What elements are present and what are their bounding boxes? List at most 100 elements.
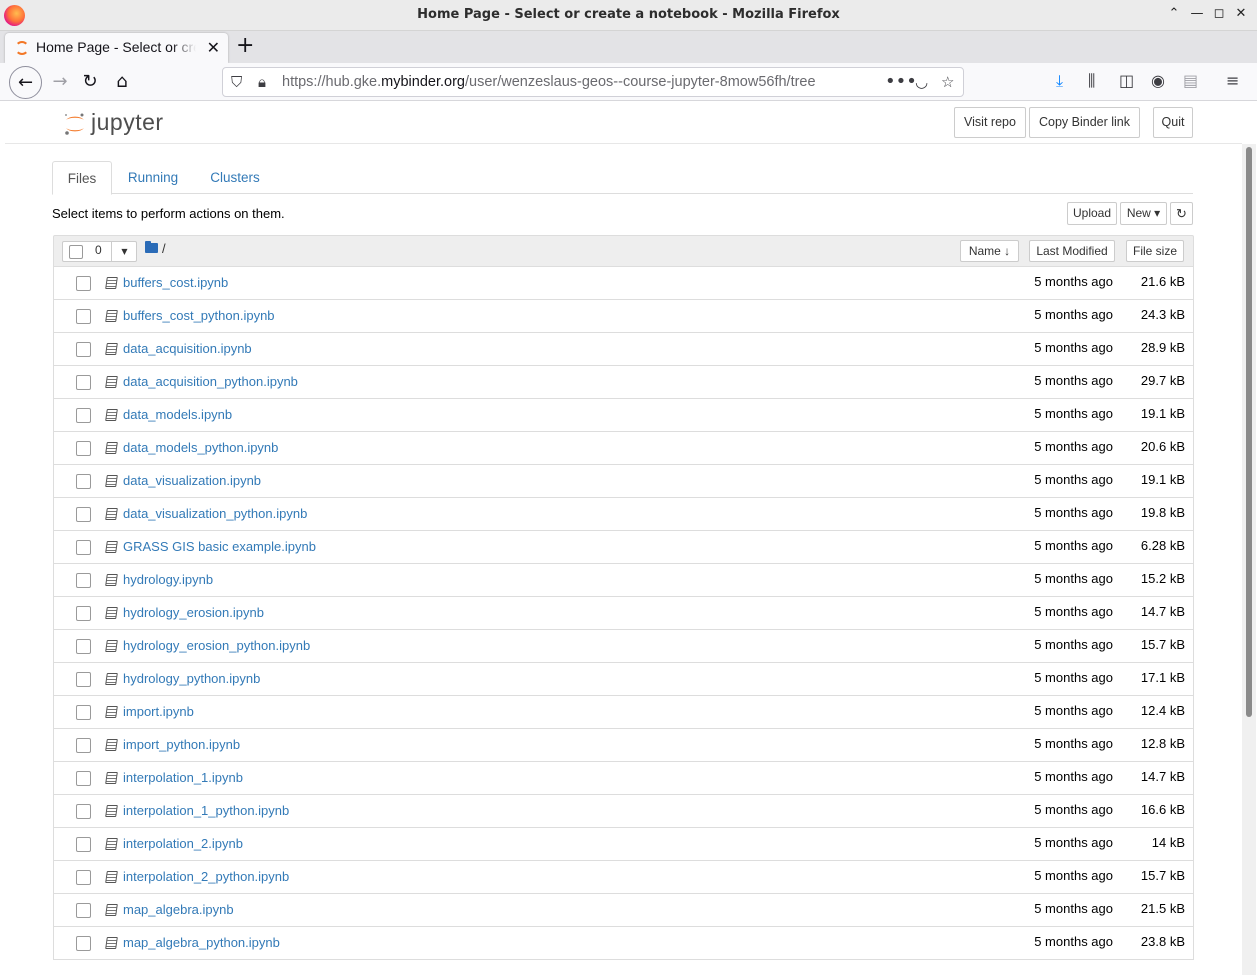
file-link[interactable]: interpolation_1.ipynb <box>123 770 243 785</box>
file-checkbox[interactable] <box>76 507 91 522</box>
file-row[interactable]: hydrology_python.ipynb 5 months ago 17.1 k… <box>53 663 1194 696</box>
lock-icon[interactable]: 🔒︎ <box>258 73 266 91</box>
file-link[interactable]: data_acquisition.ipynb <box>123 341 252 356</box>
tab-files[interactable]: Files <box>52 161 112 195</box>
account-icon[interactable]: ◉ <box>1151 71 1165 90</box>
close-tab-icon[interactable]: ✕ <box>207 38 220 57</box>
reader-icon[interactable]: ▤ <box>1183 71 1198 90</box>
file-row[interactable]: map_algebra_python.ipynb 5 months ago 23.8… <box>53 927 1194 960</box>
shield-icon[interactable]: ⛉ <box>231 73 242 91</box>
back-arrow-icon[interactable]: ← <box>9 66 42 99</box>
file-checkbox[interactable] <box>76 375 91 390</box>
file-checkbox[interactable] <box>76 804 91 819</box>
file-row[interactable]: buffers_cost_python.ipynb 5 months ago 24.… <box>53 300 1194 333</box>
file-row[interactable]: data_visualization.ipynb 5 months ago 19.1… <box>53 465 1194 498</box>
refresh-button[interactable]: ↻ <box>1170 202 1193 225</box>
hamburger-menu-icon[interactable]: ≡ <box>1226 71 1239 90</box>
file-link[interactable]: hydrology_erosion.ipynb <box>123 605 264 620</box>
file-row[interactable]: interpolation_2_python.ipynb 5 months ago… <box>53 861 1194 894</box>
file-link[interactable]: map_algebra_python.ipynb <box>123 935 280 950</box>
file-checkbox[interactable] <box>76 342 91 357</box>
file-link[interactable]: GRASS GIS basic example.ipynb <box>123 539 316 554</box>
file-row[interactable]: data_acquisition.ipynb 5 months ago 28.9 k… <box>53 333 1194 366</box>
file-row[interactable]: data_acquisition_python.ipynb 5 months ag… <box>53 366 1194 399</box>
file-checkbox[interactable] <box>76 639 91 654</box>
file-row[interactable]: data_models_python.ipynb 5 months ago 20.6… <box>53 432 1194 465</box>
file-row[interactable]: buffers_cost.ipynb 5 months ago 21.6 kB <box>53 267 1194 300</box>
home-icon[interactable]: ⌂ <box>107 67 137 97</box>
sort-by-size-button[interactable]: File size <box>1126 240 1184 262</box>
pocket-icon[interactable]: ◡ <box>915 73 928 91</box>
copy-binder-link-button[interactable]: Copy Binder link <box>1029 107 1140 138</box>
maximize-icon[interactable]: ◻ <box>1211 6 1227 22</box>
file-checkbox[interactable] <box>76 903 91 918</box>
upload-button[interactable]: Upload <box>1067 202 1117 225</box>
file-link[interactable]: interpolation_2.ipynb <box>123 836 243 851</box>
file-checkbox[interactable] <box>76 474 91 489</box>
file-checkbox[interactable] <box>76 540 91 555</box>
url-text[interactable]: https://hub.gke.mybinder.org/user/wenzes… <box>282 74 816 90</box>
file-row[interactable]: interpolation_1_python.ipynb 5 months ago… <box>53 795 1194 828</box>
file-row[interactable]: data_visualization_python.ipynb 5 months … <box>53 498 1194 531</box>
file-checkbox[interactable] <box>76 309 91 324</box>
tab-running[interactable]: Running <box>120 161 186 194</box>
file-link[interactable]: data_acquisition_python.ipynb <box>123 374 298 389</box>
select-all-checkbox[interactable] <box>69 245 83 259</box>
folder-icon[interactable] <box>145 241 158 253</box>
file-link[interactable]: interpolation_2_python.ipynb <box>123 869 289 884</box>
page-actions-icon[interactable]: ••• <box>885 71 917 92</box>
new-tab-icon[interactable]: + <box>236 35 254 57</box>
file-checkbox[interactable] <box>76 936 91 951</box>
close-window-icon[interactable]: ✕ <box>1233 6 1249 22</box>
file-row[interactable]: hydrology_erosion_python.ipynb 5 months a… <box>53 630 1194 663</box>
minimize-button-icon[interactable]: — <box>1189 6 1205 22</box>
scrollbar-thumb[interactable] <box>1246 147 1252 717</box>
file-checkbox[interactable] <box>76 441 91 456</box>
file-row[interactable]: interpolation_2.ipynb 5 months ago 14 kB <box>53 828 1194 861</box>
file-row[interactable]: data_models.ipynb 5 months ago 19.1 kB <box>53 399 1194 432</box>
sidebar-icon[interactable]: ◫ <box>1119 71 1134 90</box>
file-row[interactable]: map_algebra.ipynb 5 months ago 21.5 kB <box>53 894 1194 927</box>
file-row[interactable]: hydrology.ipynb 5 months ago 15.2 kB <box>53 564 1194 597</box>
file-checkbox[interactable] <box>76 738 91 753</box>
file-row[interactable]: hydrology_erosion.ipynb 5 months ago 14.7 … <box>53 597 1194 630</box>
file-row[interactable]: import_python.ipynb 5 months ago 12.8 kB <box>53 729 1194 762</box>
browser-tab[interactable]: Home Page - Select or create a notebook … <box>5 33 228 63</box>
file-link[interactable]: hydrology_erosion_python.ipynb <box>123 638 310 653</box>
minimize-icon[interactable]: ⌃ <box>1166 6 1182 22</box>
file-row[interactable]: import.ipynb 5 months ago 12.4 kB <box>53 696 1194 729</box>
select-all-control[interactable]: 0 ▼ <box>62 241 137 262</box>
file-link[interactable]: import_python.ipynb <box>123 737 240 752</box>
file-checkbox[interactable] <box>76 573 91 588</box>
file-checkbox[interactable] <box>76 606 91 621</box>
file-row[interactable]: GRASS GIS basic example.ipynb 5 months ag… <box>53 531 1194 564</box>
visit-repo-button[interactable]: Visit repo <box>954 107 1026 138</box>
file-link[interactable]: data_models.ipynb <box>123 407 232 422</box>
file-link[interactable]: hydrology_python.ipynb <box>123 671 260 686</box>
reload-icon[interactable]: ↻ <box>75 67 105 97</box>
breadcrumb[interactable]: / <box>162 241 166 256</box>
bookmark-star-icon[interactable]: ☆ <box>941 73 954 91</box>
page-scrollbar[interactable] <box>1242 144 1256 975</box>
file-checkbox[interactable] <box>76 771 91 786</box>
library-icon[interactable]: ⫼ <box>1088 71 1095 91</box>
file-link[interactable]: buffers_cost_python.ipynb <box>123 308 275 323</box>
file-row[interactable]: interpolation_1.ipynb 5 months ago 14.7 kB <box>53 762 1194 795</box>
sort-by-name-button[interactable]: Name ↓ <box>960 240 1019 262</box>
file-link[interactable]: buffers_cost.ipynb <box>123 275 228 290</box>
download-icon[interactable]: ⤓ <box>1056 71 1063 91</box>
file-link[interactable]: hydrology.ipynb <box>123 572 213 587</box>
url-bar[interactable]: ⛉ 🔒︎ https://hub.gke.mybinder.org/user/w… <box>222 67 964 97</box>
sort-by-modified-button[interactable]: Last Modified <box>1029 240 1115 262</box>
forward-arrow-icon[interactable]: → <box>45 67 75 97</box>
new-dropdown-button[interactable]: New ▾ <box>1120 202 1167 225</box>
file-link[interactable]: interpolation_1_python.ipynb <box>123 803 289 818</box>
file-link[interactable]: data_models_python.ipynb <box>123 440 278 455</box>
file-link[interactable]: data_visualization_python.ipynb <box>123 506 307 521</box>
file-checkbox[interactable] <box>76 672 91 687</box>
file-link[interactable]: import.ipynb <box>123 704 194 719</box>
quit-button[interactable]: Quit <box>1153 107 1193 138</box>
file-checkbox[interactable] <box>76 408 91 423</box>
file-link[interactable]: data_visualization.ipynb <box>123 473 261 488</box>
select-dropdown-caret-icon[interactable]: ▼ <box>111 242 137 261</box>
